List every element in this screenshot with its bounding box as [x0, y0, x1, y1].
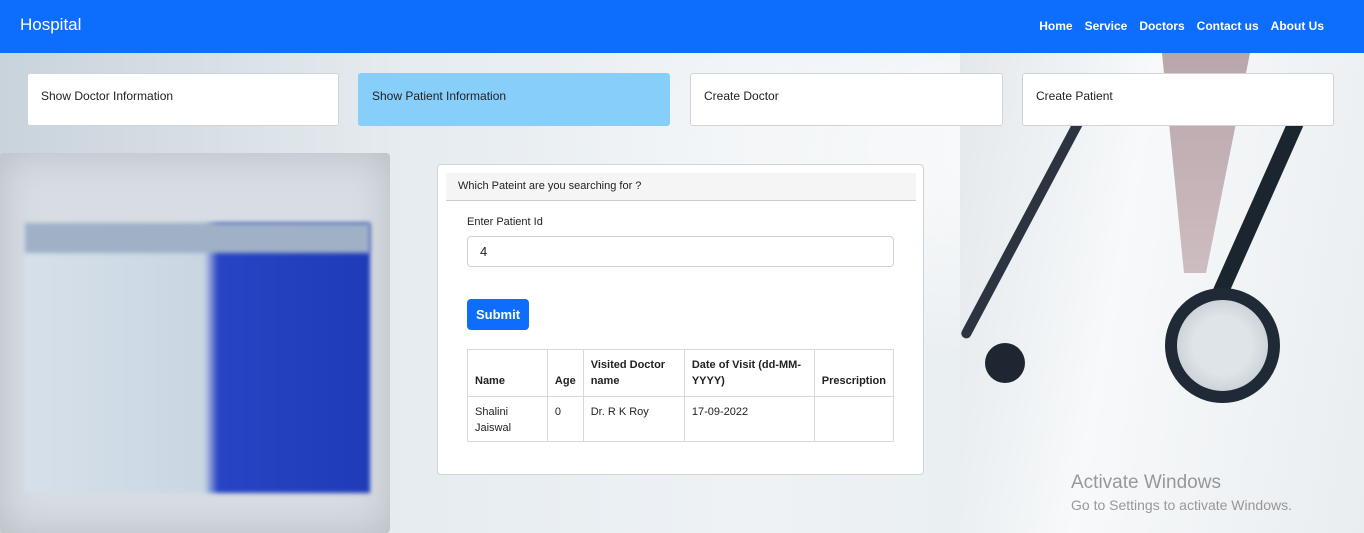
column-header-name: Name — [467, 349, 548, 397]
cell-date-of-visit: 17-09-2022 — [683, 396, 815, 442]
patient-id-label: Enter Patient Id — [467, 216, 543, 228]
nav-home[interactable]: Home — [1039, 19, 1072, 33]
create-doctor-button[interactable]: Create Doctor — [690, 73, 1003, 126]
table-header-row: Name Age Visited Doctor name Date of Vis… — [467, 349, 895, 397]
background-monitor-screen-header — [25, 223, 370, 253]
cell-visited-doctor: Dr. R K Roy — [582, 396, 685, 442]
navbar: Hospital Home Service Doctors Contact us… — [0, 0, 1364, 53]
cell-name: Shalini Jaiswal — [467, 396, 548, 442]
watermark-title: Activate Windows — [1071, 472, 1221, 493]
cell-age: 0 — [546, 396, 584, 442]
activate-windows-watermark: Activate Windows Go to Settings to activ… — [1071, 472, 1292, 513]
background-monitor-screen — [25, 223, 370, 493]
cell-prescription — [813, 396, 895, 442]
nav-contact-us[interactable]: Contact us — [1197, 19, 1259, 33]
column-header-prescription: Prescription — [813, 349, 895, 397]
table-row: Shalini Jaiswal 0 Dr. R K Roy 17-09-2022 — [467, 396, 895, 442]
patient-results-table: Name Age Visited Doctor name Date of Vis… — [467, 349, 895, 442]
brand-link[interactable]: Hospital — [20, 15, 81, 35]
background-stethoscope-earpiece — [985, 343, 1025, 383]
nav-doctors[interactable]: Doctors — [1139, 19, 1184, 33]
column-header-age: Age — [546, 349, 584, 397]
nav-service[interactable]: Service — [1085, 19, 1128, 33]
create-patient-button[interactable]: Create Patient — [1022, 73, 1334, 126]
show-doctor-information-button[interactable]: Show Doctor Information — [27, 73, 339, 126]
submit-button[interactable]: Submit — [467, 299, 529, 330]
nav-links: Home Service Doctors Contact us About Us — [1039, 19, 1324, 33]
column-header-date-of-visit: Date of Visit (dd-MM-YYYY) — [683, 349, 815, 397]
nav-about-us[interactable]: About Us — [1271, 19, 1324, 33]
panel-header: Which Pateint are you searching for ? — [446, 173, 916, 201]
show-patient-information-button[interactable]: Show Patient Information — [358, 73, 670, 126]
column-header-visited-doctor: Visited Doctor name — [582, 349, 685, 397]
patient-id-input[interactable] — [467, 236, 894, 267]
background-stethoscope-chestpiece — [1165, 288, 1280, 403]
watermark-subtitle: Go to Settings to activate Windows. — [1071, 497, 1292, 513]
patient-search-panel: Which Pateint are you searching for ? En… — [437, 164, 924, 475]
